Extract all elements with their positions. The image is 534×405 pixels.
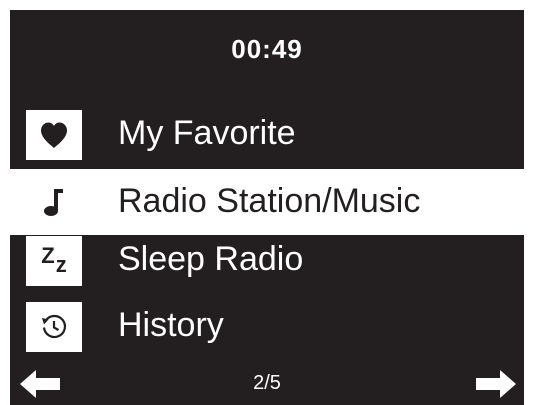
music-note-icon bbox=[26, 177, 82, 227]
sleep-zz-icon: Zz bbox=[26, 236, 82, 286]
menu-item-label: Radio Station/Music bbox=[118, 182, 421, 220]
menu-item-history[interactable]: History bbox=[10, 294, 524, 360]
page-indicator: 2/5 bbox=[253, 372, 281, 394]
clock: 00:49 bbox=[231, 34, 303, 64]
heart-icon bbox=[26, 110, 82, 160]
menu-item-sleep-radio[interactable]: Zz Sleep Radio bbox=[10, 228, 524, 294]
menu-item-label: Sleep Radio bbox=[118, 240, 304, 278]
radio-screen: 00:49 My Favorite Radio Station/Music Zz… bbox=[10, 10, 524, 405]
menu-item-label: History bbox=[118, 306, 224, 344]
history-clock-icon bbox=[26, 302, 82, 352]
menu-item-radio-station-music[interactable]: Radio Station/Music bbox=[10, 169, 524, 235]
menu-item-my-favorite[interactable]: My Favorite bbox=[10, 102, 524, 168]
menu-item-label: My Favorite bbox=[118, 114, 296, 152]
arrow-right-icon[interactable] bbox=[476, 370, 516, 398]
